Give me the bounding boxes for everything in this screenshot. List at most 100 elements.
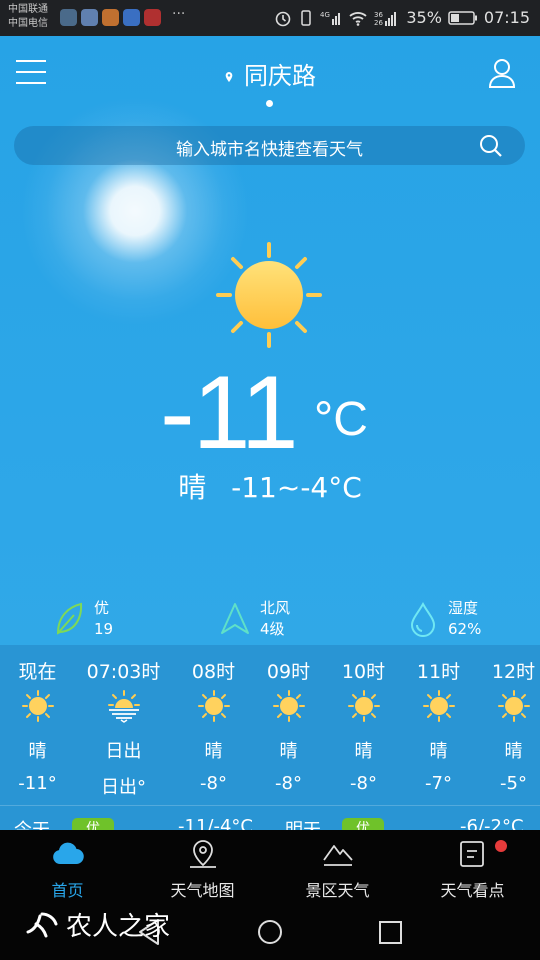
- wind-arrow-icon: [221, 603, 249, 634]
- hour-condition: 晴: [354, 741, 373, 762]
- watermark: 农人之家: [22, 904, 170, 944]
- stat-label: 北风: [260, 599, 291, 617]
- nav-label: 景区天气: [305, 881, 370, 900]
- location-pin-icon: [225, 72, 233, 82]
- recents-icon[interactable]: [378, 918, 404, 946]
- stat-value: 4级: [260, 620, 285, 638]
- sun-icon: [347, 690, 380, 722]
- hour-time: 11时: [416, 661, 461, 683]
- stat-label: 湿度: [448, 599, 479, 617]
- nav-label: 首页: [51, 881, 84, 900]
- header: 同庆路: [0, 36, 540, 116]
- hour-condition: 日出: [105, 741, 142, 762]
- app-notification-icon: [60, 9, 77, 26]
- status-bar: 中国联通 中国电信 ··· 4G 36 26 35% 07:15: [0, 0, 540, 36]
- temperature-value: -11: [160, 355, 299, 471]
- hour-time: 10时: [341, 661, 386, 683]
- condition-text: 晴: [178, 471, 207, 504]
- signal-icon: 3626: [374, 11, 397, 27]
- search-placeholder: 输入城市名快捷查看天气: [176, 140, 363, 160]
- daily-forecast[interactable]: 今天 优 -11/-4°C 明天 优 -6/-2°C: [0, 805, 540, 830]
- hour-temperature: -5°: [500, 773, 527, 794]
- app-notification-icon: [144, 9, 161, 26]
- hour-temperature: 日出°: [101, 777, 146, 798]
- svg-text:26: 26: [374, 19, 383, 27]
- water-drop-icon: [410, 601, 436, 637]
- hour-temperature: -11°: [18, 773, 57, 794]
- carrier-2: 中国电信: [8, 18, 48, 29]
- hour-temperature: -8°: [275, 773, 302, 794]
- nav-home[interactable]: 首页: [0, 830, 135, 900]
- watermark-logo-icon: [26, 912, 58, 938]
- carrier-1: 中国联通: [8, 4, 48, 15]
- battery-percent: 35%: [406, 8, 442, 27]
- weather-stats: 优 19 北风 4级 湿度 62%: [0, 598, 540, 646]
- hour-temperature: -7°: [425, 773, 452, 794]
- app-notification-icon: [102, 9, 119, 26]
- nav-label: 天气看点: [440, 881, 505, 900]
- hour-temperature: -8°: [350, 773, 377, 794]
- wind-stat[interactable]: 北风 4级: [220, 598, 290, 640]
- hour-condition: 晴: [204, 741, 223, 762]
- app-notification-icon: [123, 9, 140, 26]
- page-indicator-dot: [266, 100, 273, 107]
- bottom-navigation: 首页 天气地图 景区天气 天气看点: [0, 830, 540, 900]
- sun-icon: [197, 690, 230, 722]
- day-name: 今天: [14, 816, 50, 830]
- map-pin-icon: [189, 840, 216, 868]
- humidity-stat[interactable]: 湿度 62%: [408, 598, 481, 640]
- status-right: 4G 36 26 35% 07:15: [274, 8, 530, 27]
- nav-weather-map[interactable]: 天气地图: [135, 830, 270, 900]
- stat-label: 优: [94, 599, 110, 617]
- notification-dot: [495, 840, 507, 852]
- battery-icon: [448, 10, 477, 25]
- hour-time: 12时: [491, 661, 536, 683]
- hour-condition: 晴: [279, 741, 298, 762]
- search-bar[interactable]: 输入城市名快捷查看天气: [14, 126, 525, 165]
- day-range: -11/-4°C: [178, 816, 253, 830]
- nav-label: 天气地图: [170, 881, 235, 900]
- news-icon: [459, 841, 484, 867]
- hour-time: 09时: [266, 661, 311, 683]
- weather-main: 同庆路 输入城市名快捷查看天气 -11 °C 晴 -11~-4°C 优 19 北…: [0, 36, 540, 830]
- stat-value: 62%: [448, 620, 482, 638]
- aqi-badge: 优: [342, 818, 384, 830]
- notification-icons: [60, 9, 161, 26]
- vibrate-icon: [301, 9, 312, 26]
- sun-icon: [422, 690, 455, 722]
- sun-icon: [21, 690, 54, 722]
- hour-condition: 晴: [429, 741, 448, 762]
- svg-text:4G: 4G: [320, 11, 330, 19]
- day-range: -6/-2°C: [460, 816, 524, 830]
- home-icon[interactable]: [257, 918, 283, 946]
- hour-condition: 晴: [504, 741, 523, 762]
- network-icon: 4G: [320, 11, 341, 25]
- hour-time: 07:03时: [86, 661, 161, 683]
- wifi-icon: [349, 11, 367, 26]
- location-title[interactable]: 同庆路: [0, 56, 540, 91]
- air-quality-stat[interactable]: 优 19: [54, 598, 113, 640]
- clock: 07:15: [483, 8, 530, 27]
- sunrise-icon: [107, 690, 140, 723]
- sun-icon: [216, 242, 322, 348]
- nav-weather-news[interactable]: 天气看点: [405, 830, 540, 900]
- sun-icon: [497, 690, 530, 722]
- aqi-badge: 优: [72, 818, 114, 830]
- cloud-icon: [52, 842, 84, 865]
- user-icon[interactable]: [488, 58, 516, 88]
- hourly-forecast[interactable]: 现在 晴 -11° 07:03时 日出 日出° 08时 晴 -8° 09时 晴 …: [0, 645, 540, 805]
- current-condition: 晴 -11~-4°C: [0, 466, 540, 506]
- alarm-icon: [276, 11, 291, 26]
- svg-text:36: 36: [374, 11, 383, 19]
- hour-time: 08时: [191, 661, 236, 683]
- temperature-unit: °C: [314, 393, 368, 446]
- day-name: 明天: [285, 816, 321, 830]
- nav-scenic-weather[interactable]: 景区天气: [270, 830, 405, 900]
- hour-time: 现在: [18, 661, 57, 683]
- mountain-icon: [322, 845, 353, 866]
- location-name: 同庆路: [244, 62, 316, 90]
- temperature-range: -11~-4°C: [231, 471, 362, 504]
- hour-condition: 晴: [28, 741, 47, 762]
- leaf-icon: [56, 602, 83, 635]
- search-icon[interactable]: [479, 134, 503, 158]
